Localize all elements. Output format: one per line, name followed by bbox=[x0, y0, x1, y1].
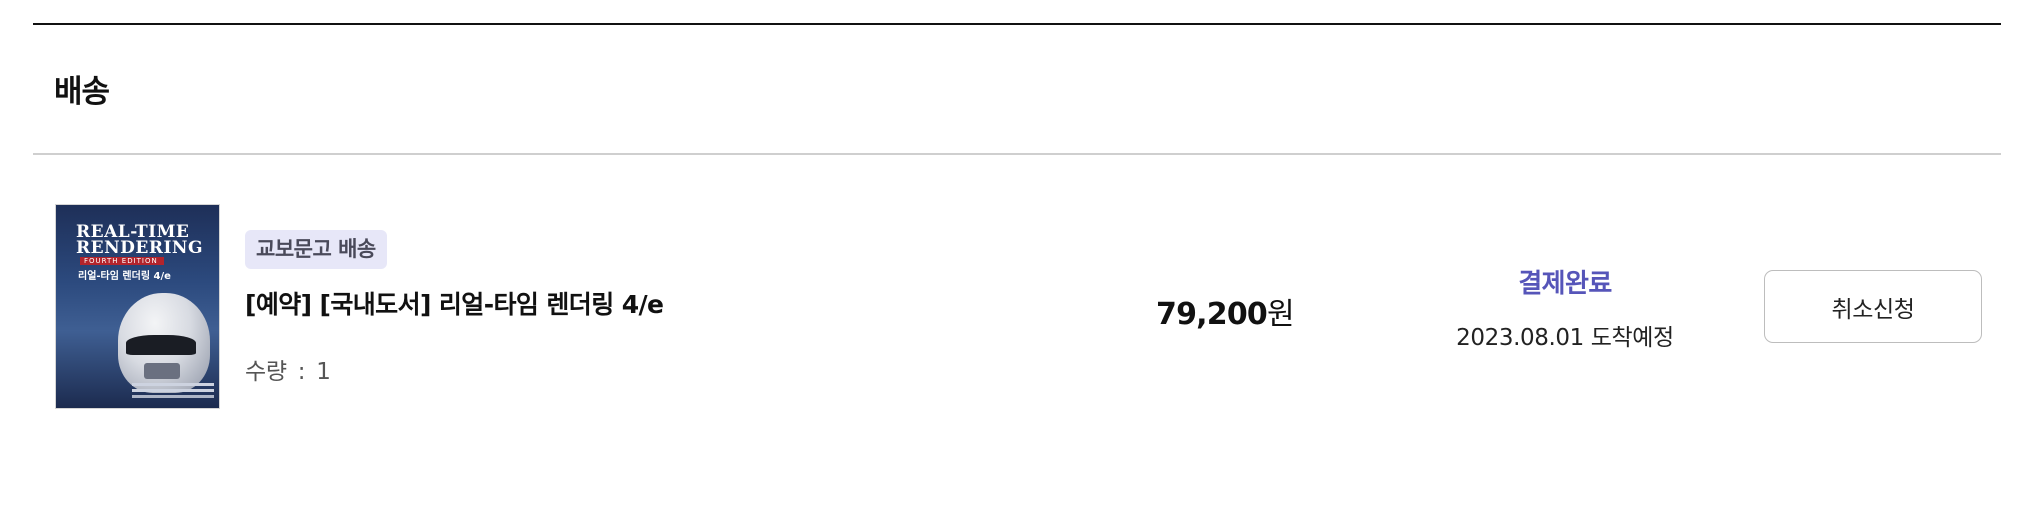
price-unit: 원 bbox=[1266, 297, 1295, 332]
quantity-separator: : bbox=[297, 359, 306, 385]
cover-helmet-visor bbox=[126, 335, 196, 355]
item-price: 79,200원 bbox=[1156, 289, 1295, 333]
cover-authors-text bbox=[132, 383, 214, 386]
quantity-value: 1 bbox=[316, 359, 331, 385]
cover-edition: FOURTH EDITION bbox=[80, 257, 164, 265]
section-top-rule bbox=[33, 23, 2001, 25]
cover-helmet-mouth bbox=[144, 363, 180, 379]
book-cover-image[interactable]: REAL-TIME RENDERING FOURTH EDITION 리얼-타임… bbox=[55, 204, 220, 409]
payment-status: 결제완료 bbox=[1518, 269, 1612, 299]
order-item-row: REAL-TIME RENDERING FOURTH EDITION 리얼-타임… bbox=[0, 155, 2020, 435]
quantity-label: 수량 bbox=[245, 359, 287, 385]
arrival-date: 2023.08.01 도착예정 bbox=[1456, 325, 1674, 351]
delivery-badge: 교보문고 배송 bbox=[245, 230, 387, 269]
price-amount: 79,200 bbox=[1156, 297, 1268, 332]
cover-korean-title: 리얼-타임 렌더링 4/e bbox=[78, 271, 171, 282]
cover-title-line2: RENDERING bbox=[76, 238, 203, 258]
product-title-link[interactable]: [예약] [국내도서] 리얼-타임 렌더링 4/e bbox=[245, 285, 664, 321]
section-title: 배송 bbox=[54, 74, 110, 110]
cancel-request-button[interactable]: 취소신청 bbox=[1764, 270, 1982, 343]
quantity-info: 수량 : 1 bbox=[245, 352, 331, 386]
